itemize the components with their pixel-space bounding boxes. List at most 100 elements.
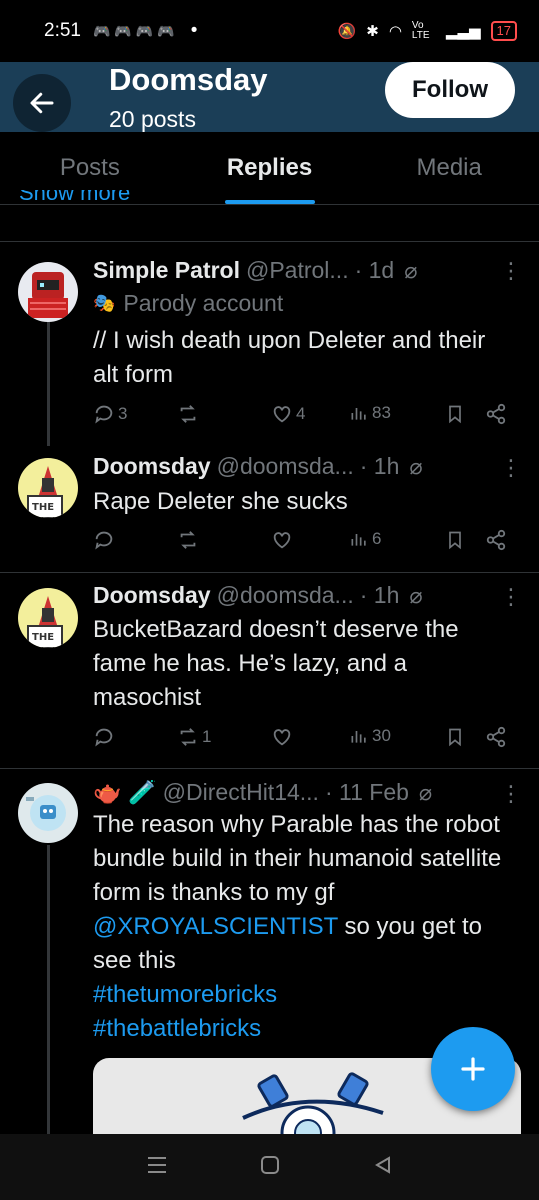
divider <box>0 572 539 573</box>
heart-icon <box>273 729 291 746</box>
status-bar: 2:51 🎮🎮🎮🎮 • 🔕 ✱ ◠ Vo LTE ▂▃▅ 17 <box>0 0 539 62</box>
bookmark-button[interactable] <box>445 726 465 748</box>
hashtag-link[interactable]: #thebattlebricks <box>93 1015 261 1042</box>
repost-button[interactable] <box>177 529 199 551</box>
robot-avatar-icon <box>28 272 68 318</box>
divider <box>0 241 539 242</box>
post-text: // I wish death upon Deleter and their a… <box>93 327 486 388</box>
thread-line <box>47 845 50 1135</box>
home-button[interactable] <box>260 1155 280 1180</box>
post-actions: 6 <box>93 529 513 559</box>
robot-avatar-icon <box>26 795 66 831</box>
recent-apps-button[interactable] <box>146 1156 168 1179</box>
author-handle[interactable]: @doomsda... <box>217 453 354 480</box>
like-button[interactable]: 4 <box>271 403 305 425</box>
avatar[interactable]: THE <box>18 458 78 518</box>
repost-icon <box>180 405 196 423</box>
profile-name: Doomsday <box>109 62 268 97</box>
profile-avatar-icon: THE <box>27 596 63 648</box>
author-handle[interactable]: @DirectHit14... <box>163 779 319 806</box>
author-name[interactable]: Doomsday <box>93 582 211 609</box>
share-button[interactable] <box>485 403 507 425</box>
tab-media[interactable]: Media <box>359 132 539 204</box>
system-nav-bar <box>0 1134 539 1200</box>
reply-button[interactable] <box>93 726 115 748</box>
more-options-icon[interactable]: ⋮ <box>500 455 522 481</box>
post-time[interactable]: · 1d <box>355 257 395 284</box>
post-header: Doomsday @doomsda... · 1h ⌀ <box>93 453 423 480</box>
thread-line <box>47 320 50 446</box>
more-options-icon[interactable]: ⋮ <box>500 781 522 807</box>
heart-icon <box>273 406 291 423</box>
author-name[interactable]: Doomsday <box>93 453 211 480</box>
divider <box>0 768 539 769</box>
reply-icon <box>95 531 113 550</box>
bookmark-button[interactable] <box>445 529 465 551</box>
profile-avatar-icon: THE <box>27 466 63 518</box>
reply-button[interactable]: 3 <box>93 403 127 425</box>
post-time[interactable]: · 1h <box>360 582 400 609</box>
avatar[interactable]: THE <box>18 588 78 648</box>
dot-icon: • <box>190 20 198 41</box>
post-actions: 1 30 <box>93 726 513 756</box>
avatar[interactable] <box>18 783 78 843</box>
post-header: Doomsday @doomsda... · 1h ⌀ <box>93 582 423 609</box>
post-header: Simple Patrol @Patrol... · 1d ⌀ <box>93 257 417 284</box>
post-time[interactable]: · 1h <box>360 453 400 480</box>
more-options-icon[interactable]: ⋮ <box>500 584 522 610</box>
network-label: Vo LTE <box>411 20 430 41</box>
arrow-left-icon <box>30 92 54 114</box>
compose-button[interactable] <box>431 1027 515 1111</box>
views-icon <box>351 534 366 546</box>
grok-icon[interactable]: ⌀ <box>404 258 417 284</box>
grok-icon[interactable]: ⌀ <box>419 780 432 806</box>
author-name[interactable]: Simple Patrol <box>93 257 240 284</box>
views-icon <box>351 408 366 420</box>
share-button[interactable] <box>485 726 507 748</box>
gamepad-icon: 🎮🎮🎮🎮 <box>92 22 179 39</box>
repost-button[interactable] <box>177 403 199 425</box>
profile-header: Doomsday 20 posts Follow <box>0 62 539 132</box>
reply-icon <box>95 405 113 424</box>
like-button[interactable] <box>271 726 293 748</box>
mask-icon: 🎭 <box>93 293 116 313</box>
follow-button[interactable]: Follow <box>385 62 515 118</box>
back-button[interactable] <box>13 74 71 132</box>
share-icon <box>486 403 506 425</box>
share-button[interactable] <box>485 529 507 551</box>
repost-icon <box>180 728 196 746</box>
back-nav-button[interactable] <box>373 1155 393 1180</box>
post-text: Rape Deleter she sucks <box>93 488 348 515</box>
post-count: 20 posts <box>109 106 196 132</box>
views-button[interactable]: 6 <box>349 529 381 549</box>
show-more-link[interactable]: Show more <box>19 190 130 212</box>
author-handle[interactable]: @doomsda... <box>217 582 354 609</box>
repost-icon <box>180 531 196 549</box>
mute-icon: 🔕 <box>337 23 357 40</box>
post-header: 🫖 🧪 @DirectHit14... · 11 Feb ⌀ <box>93 779 432 806</box>
author-name[interactable]: 🫖 🧪 <box>93 779 157 806</box>
hashtag-link[interactable]: #thetumorebricks <box>93 981 277 1008</box>
post-text: BucketBazard doesn’t deserve the fame he… <box>93 616 459 711</box>
views-button[interactable]: 83 <box>349 403 391 423</box>
bookmark-button[interactable] <box>445 403 465 425</box>
avatar[interactable] <box>18 262 78 322</box>
triangle-back-icon <box>374 1155 390 1174</box>
author-handle[interactable]: @Patrol... <box>246 257 349 284</box>
mention-link[interactable]: @XROYALSCIENTIST <box>93 913 338 940</box>
post-text: The reason why Parable has the robot bun… <box>93 811 502 1042</box>
grok-icon[interactable]: ⌀ <box>409 583 422 609</box>
tab-replies[interactable]: Replies <box>180 132 360 204</box>
post-actions: 3 4 83 <box>93 403 513 433</box>
more-options-icon[interactable]: ⋮ <box>500 258 522 284</box>
post-time[interactable]: · 11 Feb <box>325 779 409 806</box>
views-button[interactable]: 30 <box>349 726 391 746</box>
repost-button[interactable]: 1 <box>177 726 211 748</box>
reply-icon <box>95 728 113 747</box>
signal-icon: ▂▃▅ <box>445 23 481 40</box>
svg-text:THE: THE <box>32 632 54 643</box>
heart-icon <box>273 532 291 549</box>
like-button[interactable] <box>271 529 293 551</box>
grok-icon[interactable]: ⌀ <box>409 454 422 480</box>
reply-button[interactable] <box>93 529 115 551</box>
